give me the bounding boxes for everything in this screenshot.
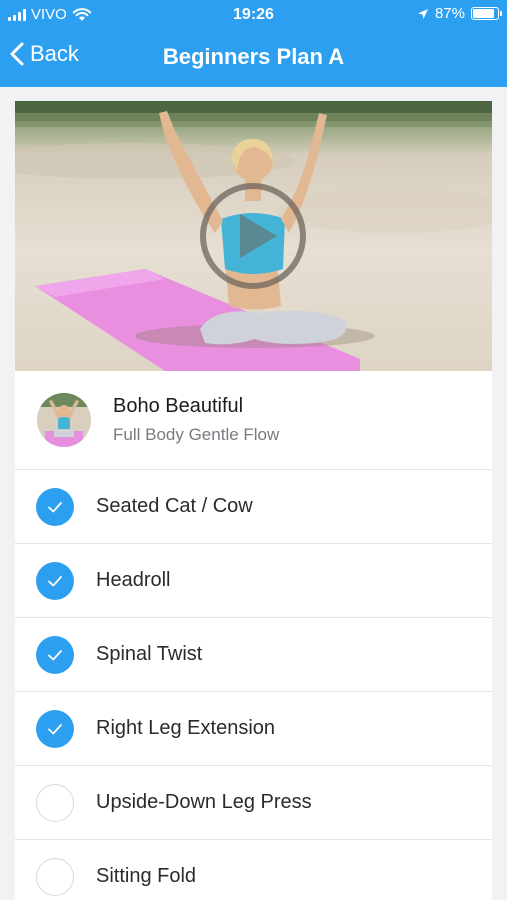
exercise-label: Seated Cat / Cow [96,495,253,517]
battery-group: 87% [417,5,502,22]
exercise-label: Headroll [96,569,171,591]
list-item[interactable]: Upside-Down Leg Press [15,766,492,840]
avatar [37,393,91,447]
location-arrow-icon [417,8,428,19]
list-item[interactable]: Sitting Fold [15,840,492,900]
author-name: Boho Beautiful [113,395,244,417]
author-text: Boho Beautiful Full Body Gentle Flow [113,395,279,445]
battery-percent: 87% [434,5,465,22]
author-row: Boho Beautiful Full Body Gentle Flow [15,371,492,470]
video-player[interactable] [15,101,492,371]
checkmark-icon[interactable] [36,635,74,674]
exercise-list: Seated Cat / Cow Headroll Spinal Twist Righ… [15,470,492,900]
list-item[interactable]: Seated Cat / Cow [15,470,492,544]
workout-subtitle: Full Body Gentle Flow [113,425,280,444]
exercise-label: Right Leg Extension [96,717,276,739]
app-header: VIVO 19:26 87% Back Beginners Plan A [0,0,507,87]
page-title: Beginners Plan A [162,44,345,69]
battery-level [473,9,494,18]
exercise-label: Spinal Twist [96,643,203,665]
status-bar: VIVO 19:26 87% [0,0,507,30]
video-thumbnail [15,101,492,371]
list-item[interactable]: Headroll [15,544,492,618]
empty-circle-icon[interactable] [36,783,74,822]
empty-circle-icon[interactable] [36,857,74,896]
battery-icon [471,7,502,20]
checkmark-icon[interactable] [36,709,74,748]
list-item[interactable]: Right Leg Extension [15,692,492,766]
exercise-label: Sitting Fold [96,865,197,887]
checkmark-icon[interactable] [36,487,74,526]
checkmark-icon[interactable] [36,561,74,600]
nav-bar: Back Beginners Plan A [0,30,507,87]
workout-card: Boho Beautiful Full Body Gentle Flow Sea… [15,101,492,900]
list-item[interactable]: Spinal Twist [15,618,492,692]
exercise-label: Upside-Down Leg Press [96,791,312,813]
